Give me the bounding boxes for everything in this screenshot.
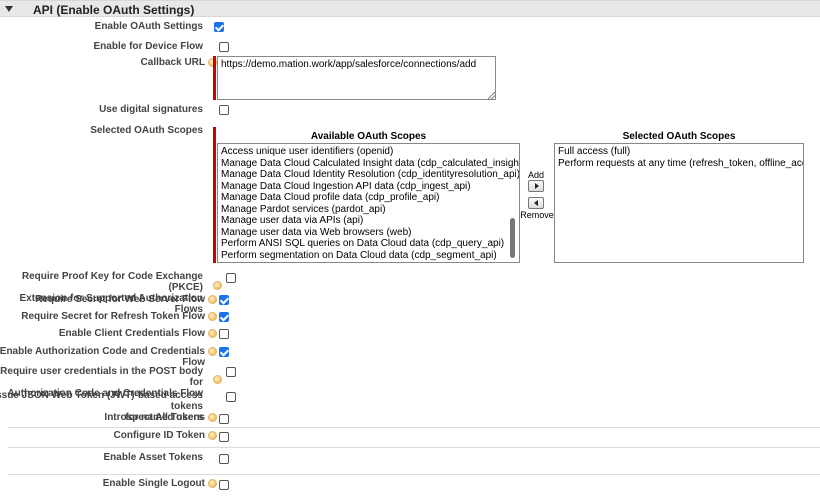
available-scopes-listbox[interactable]: Access unique user identifiers (openid) … xyxy=(217,143,520,263)
required-indicator xyxy=(213,127,216,263)
collapse-triangle-icon[interactable] xyxy=(5,6,13,12)
device-flow-checkbox[interactable] xyxy=(219,42,229,52)
introspect-checkbox[interactable] xyxy=(219,414,229,424)
post-body-info-icon[interactable] xyxy=(213,375,222,384)
scope-option[interactable]: Perform segmentation on Data Cloud data … xyxy=(221,250,516,262)
scope-option[interactable]: Manage Data Cloud profile data (cdp_prof… xyxy=(221,192,516,204)
secret-refresh-info-icon[interactable] xyxy=(208,312,217,321)
selected-scopes-listbox[interactable]: Full access (full) Perform requests at a… xyxy=(554,143,804,263)
client-credentials-label: Enable Client Credentials Flow xyxy=(58,328,205,339)
introspect-info-icon[interactable] xyxy=(208,413,217,422)
auth-code-credentials-label: Enable Authorization Code and Credential… xyxy=(0,346,205,368)
asset-tokens-label: Enable Asset Tokens xyxy=(103,452,203,463)
callback-url-label: Callback URL xyxy=(140,57,205,68)
single-logout-checkbox[interactable] xyxy=(219,480,229,490)
selected-scope-option[interactable]: Full access (full) xyxy=(558,146,800,158)
enable-oauth-checkbox[interactable] xyxy=(214,22,224,32)
client-credentials-checkbox[interactable] xyxy=(219,329,229,339)
single-logout-label: Enable Single Logout xyxy=(102,478,205,489)
section-header: API (Enable OAuth Settings) xyxy=(0,0,820,17)
id-token-info-icon[interactable] xyxy=(208,431,217,440)
client-credentials-info-icon[interactable] xyxy=(208,329,217,338)
scope-option[interactable]: Manage Data Cloud Identity Resolution (c… xyxy=(221,169,519,181)
selected-scope-option[interactable]: Perform requests at any time (refresh_to… xyxy=(558,158,803,170)
scope-option[interactable]: Manage Pardot services (pardot_api) xyxy=(221,204,516,216)
pkce-label-line1: Require Proof Key for Code Exchange (PKC… xyxy=(21,271,203,293)
scope-option[interactable]: Manage user data via APIs (api) xyxy=(221,215,516,227)
scope-option[interactable]: Manage Data Cloud Calculated Insight dat… xyxy=(221,158,519,170)
callback-url-label-wrap: Callback URL xyxy=(5,57,205,68)
single-logout-info-icon[interactable] xyxy=(208,479,217,488)
section-title: API (Enable OAuth Settings) xyxy=(33,3,195,17)
callback-url-textarea[interactable]: https://demo.mation.work/app/salesforce/… xyxy=(217,56,496,100)
digital-signatures-checkbox[interactable] xyxy=(219,105,229,115)
auth-code-credentials-info-icon[interactable] xyxy=(208,347,217,356)
scope-option[interactable]: Access unique user identifiers (openid) xyxy=(221,146,516,158)
secret-refresh-checkbox[interactable] xyxy=(219,312,229,322)
remove-scope-button[interactable] xyxy=(528,197,544,209)
asset-tokens-checkbox[interactable] xyxy=(219,454,229,464)
row-divider xyxy=(8,447,820,448)
pkce-checkbox[interactable] xyxy=(226,273,236,283)
add-label: Add xyxy=(527,170,544,180)
scope-option[interactable]: Manage Data Cloud Ingestion API data (cd… xyxy=(221,181,516,193)
selected-scopes-header: Selected OAuth Scopes xyxy=(622,131,736,142)
introspect-label: Introspect All Tokens xyxy=(104,412,205,423)
pkce-info-icon[interactable] xyxy=(213,281,222,290)
secret-web-server-checkbox[interactable] xyxy=(219,295,229,305)
secret-web-server-info-icon[interactable] xyxy=(208,295,217,304)
row-divider xyxy=(8,427,820,428)
scope-option[interactable]: Manage user data via Web browsers (web) xyxy=(221,227,516,239)
jwt-checkbox[interactable] xyxy=(226,392,236,402)
id-token-checkbox[interactable] xyxy=(219,432,229,442)
device-flow-label: Enable for Device Flow xyxy=(93,41,203,52)
auth-code-credentials-checkbox[interactable] xyxy=(219,347,229,357)
available-scopes-header: Available OAuth Scopes xyxy=(310,131,427,142)
secret-refresh-label: Require Secret for Refresh Token Flow xyxy=(21,311,205,322)
secret-web-server-label: Require Secret for Web Server Flow xyxy=(35,294,205,305)
textarea-resize-handle[interactable] xyxy=(488,92,495,99)
required-indicator xyxy=(213,56,216,100)
post-body-checkbox[interactable] xyxy=(226,367,236,377)
add-scope-button[interactable] xyxy=(528,180,544,192)
jwt-label-line1: Issue JSON Web Token (JWT)-based access … xyxy=(0,390,203,412)
row-divider xyxy=(8,474,820,475)
digital-signatures-label: Use digital signatures xyxy=(99,104,203,115)
enable-oauth-label: Enable OAuth Settings xyxy=(94,21,203,32)
id-token-label: Configure ID Token xyxy=(113,430,205,441)
oauth-scopes-label: Selected OAuth Scopes xyxy=(90,125,203,136)
remove-label: Remove xyxy=(520,210,554,220)
post-body-label-line1: Require user credentials in the POST bod… xyxy=(0,366,203,388)
scope-option[interactable]: Perform ANSI SQL queries on Data Cloud d… xyxy=(221,238,516,250)
pkce-label: Require Proof Key for Code Exchange (PKC… xyxy=(0,271,203,315)
listbox-scrollbar[interactable] xyxy=(510,218,515,258)
